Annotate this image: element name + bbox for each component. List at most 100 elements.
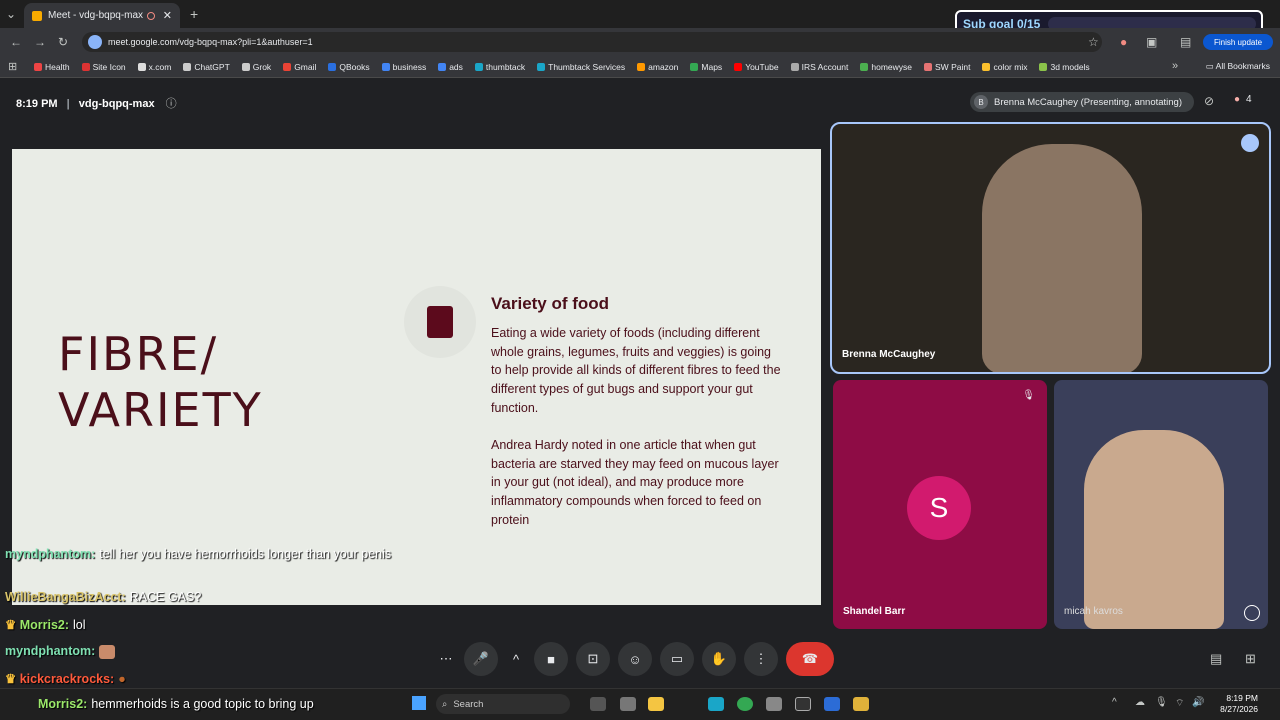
bookmark-item[interactable]: ads xyxy=(438,62,463,72)
tab-close-icon[interactable]: ✕ xyxy=(163,9,172,22)
annotation-off-icon[interactable]: ⊘ xyxy=(1204,94,1214,108)
video-options-icon[interactable]: ^ xyxy=(506,642,526,676)
wifi-icon[interactable]: ⌔ xyxy=(1175,697,1184,710)
bookmark-label: SW Paint xyxy=(935,61,971,72)
chat-message: myndphantom: tell her you have hemorrhoid… xyxy=(5,544,435,564)
all-bookmarks-button[interactable]: ▭ All Bookmarks xyxy=(1206,61,1270,72)
taskbar-clock[interactable]: 8:19 PM 8/27/2026 xyxy=(1210,693,1258,715)
bookmark-item[interactable]: YouTube xyxy=(734,62,779,72)
bookmark-item[interactable]: Grok xyxy=(241,61,272,72)
more-options-button[interactable]: ⋮ xyxy=(744,642,778,676)
presenter-avatar: B xyxy=(974,95,988,109)
tray-mic-icon[interactable]: 🎙 xyxy=(1155,697,1168,708)
meeting-details-icon[interactable]: ⓘ xyxy=(166,98,177,110)
camera-button[interactable]: ■ xyxy=(534,642,568,676)
edge-icon[interactable] xyxy=(708,697,724,711)
new-tab-icon[interactable]: + xyxy=(190,6,198,22)
bookmark-item[interactable]: color mix xyxy=(982,62,1027,72)
bookmark-item[interactable]: Thumbtack Services xyxy=(537,62,625,72)
bookmark-label: business xyxy=(392,61,427,72)
meet-favicon-icon xyxy=(32,10,42,21)
extensions-puzzle-icon[interactable]: ▣ xyxy=(1146,35,1157,49)
activities-grid-icon[interactable]: ⊞ xyxy=(1245,651,1256,667)
bookmark-item[interactable]: QBooks xyxy=(328,61,370,72)
obs-icon[interactable] xyxy=(795,697,811,711)
notepad-icon[interactable] xyxy=(620,697,636,711)
taskbar-search[interactable]: ⌕ Search xyxy=(436,694,570,714)
bookmark-label: QBooks xyxy=(339,61,370,72)
chat-text: tell her you have hemorrhoids longer tha… xyxy=(99,547,392,561)
more-audio-options-icon[interactable]: ⋯ xyxy=(436,642,456,676)
bookmark-favicon-icon xyxy=(924,62,933,71)
profile-icon[interactable]: ▤ xyxy=(1180,35,1191,49)
slide-heading: Variety of food xyxy=(491,294,610,313)
pin-icon[interactable] xyxy=(1244,605,1260,621)
bookmark-item[interactable]: business xyxy=(381,61,427,72)
back-icon[interactable]: ← xyxy=(10,35,22,49)
raise-hand-button[interactable]: ✋ xyxy=(702,642,736,676)
bookmark-item[interactable]: Gmail xyxy=(283,62,316,72)
bookmark-label: Health xyxy=(45,61,70,72)
presenting-chip[interactable]: B Brenna McCaughey (Presenting, annotati… xyxy=(970,92,1194,112)
bookmark-item[interactable]: thumbtack xyxy=(474,62,525,72)
chat-user: Morris2: xyxy=(19,618,70,632)
bookmark-item[interactable]: Site Icon xyxy=(81,62,126,72)
microphone-button[interactable]: 🎤 xyxy=(464,642,498,676)
file-explorer-icon[interactable] xyxy=(648,697,664,711)
chat-message: WillieBangaBizAcct: RACE GAS? xyxy=(5,590,201,604)
bookmark-item[interactable]: 3d models xyxy=(1039,62,1090,72)
leave-call-button[interactable]: ☎ xyxy=(786,642,834,676)
bookmark-favicon-icon xyxy=(474,62,483,71)
participants-button[interactable]: ● 4 xyxy=(1234,94,1252,105)
finish-update-button[interactable]: Finish update xyxy=(1203,34,1273,50)
tab-title: Meet - vdg-bqpq-max xyxy=(48,10,144,21)
bookmarks-overflow-icon[interactable]: » xyxy=(1172,60,1178,72)
photos-icon[interactable] xyxy=(824,697,840,711)
bookmark-label: IRS Account xyxy=(801,61,849,72)
participant-avatar: S xyxy=(907,476,971,540)
taskbar-search-label: Search xyxy=(453,698,484,710)
participant-video xyxy=(1084,430,1224,629)
cloud-icon[interactable]: ☁ xyxy=(1135,697,1145,708)
task-view-icon[interactable] xyxy=(590,697,606,711)
video-tile-micah[interactable]: micah kavros xyxy=(1054,380,1268,629)
tab-search-icon[interactable]: ⌄ xyxy=(6,7,16,21)
tab-meet[interactable]: Meet - vdg-bqpq-max ✕ xyxy=(24,3,180,28)
volume-icon[interactable]: 🔊 xyxy=(1192,697,1204,708)
calculator-icon[interactable] xyxy=(766,697,782,711)
reactions-button[interactable]: ☺ xyxy=(618,642,652,676)
captions-button[interactable]: ▭ xyxy=(660,642,694,676)
app-icon[interactable] xyxy=(853,697,869,711)
extension-icon[interactable]: ● xyxy=(1120,35,1127,49)
bookmark-item[interactable]: IRS Account xyxy=(790,61,849,72)
bookmark-favicon-icon xyxy=(734,62,743,71)
bookmark-item[interactable]: Health xyxy=(34,62,70,72)
bookmark-label: Gmail xyxy=(294,61,317,72)
forward-icon[interactable]: → xyxy=(34,35,46,49)
participant-video xyxy=(982,144,1142,372)
people-icon: ● xyxy=(1234,94,1241,105)
present-button[interactable]: ⊡ xyxy=(576,642,610,676)
reload-icon[interactable]: ↻ xyxy=(58,35,68,49)
apps-grid-icon[interactable]: ⊞ xyxy=(8,60,17,73)
bookmark-item[interactable]: ChatGPT xyxy=(183,62,230,72)
crown-icon: ♛ xyxy=(5,672,20,686)
search-document-icon xyxy=(404,286,476,358)
bookmark-item[interactable]: SW Paint xyxy=(924,62,970,72)
chrome-icon[interactable] xyxy=(737,697,753,711)
video-tile-shandel[interactable]: 🎙 S Shandel Barr xyxy=(833,380,1047,629)
bookmark-item[interactable]: amazon xyxy=(637,62,678,72)
bookmark-item[interactable]: Maps xyxy=(690,62,722,72)
windows-start-icon[interactable] xyxy=(412,696,426,710)
bookmark-star-icon[interactable]: ☆ xyxy=(1088,35,1099,49)
bookmark-label: Grok xyxy=(252,61,272,72)
bookmark-item[interactable]: homewyse xyxy=(860,62,912,72)
chat-icon[interactable]: ▤ xyxy=(1210,651,1222,667)
tray-overflow-icon[interactable]: ^ xyxy=(1112,697,1117,708)
site-info-icon[interactable] xyxy=(88,35,102,49)
chat-user: Morris2: xyxy=(38,697,88,711)
video-tile-presenter[interactable]: Brenna McCaughey xyxy=(830,122,1271,374)
bookmark-item[interactable]: x.com xyxy=(137,62,171,72)
slide-paragraph-1: Eating a wide variety of foods (includin… xyxy=(491,326,781,415)
address-bar[interactable]: meet.google.com/vdg-bqpq-max?pli=1&authu… xyxy=(82,32,1102,52)
